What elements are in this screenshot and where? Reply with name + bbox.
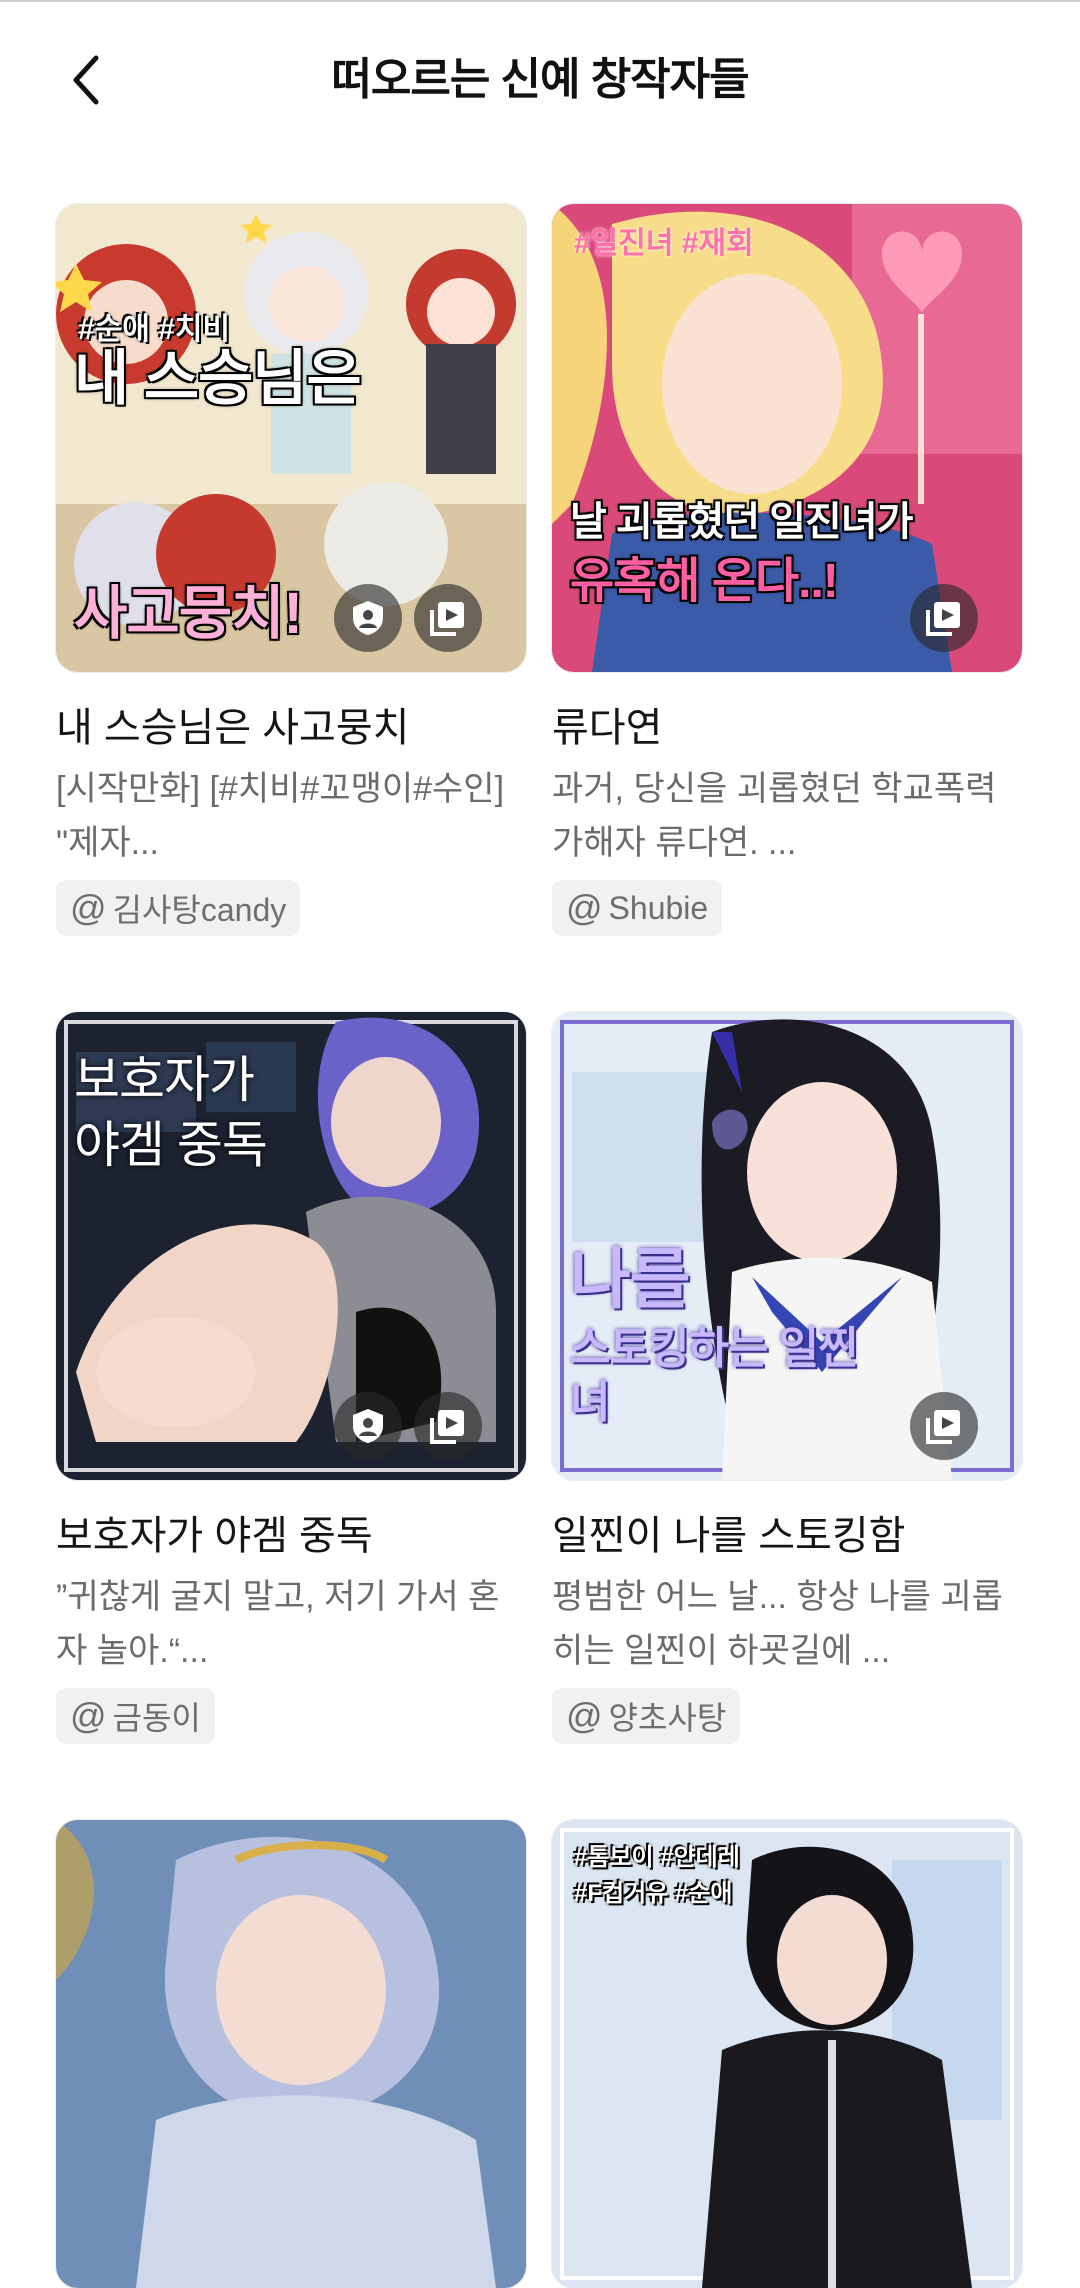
gallery-icon <box>430 1410 464 1444</box>
content-badge <box>334 1392 402 1460</box>
at-icon: @ <box>566 1695 603 1736</box>
card-thumbnail[interactable]: #일진녀 #재회 날 괴롭혔던 일진녀가 유혹해 온다..! <box>552 204 1022 672</box>
app-header: 떠오르는 신예 창작자들 <box>0 0 1080 160</box>
thumbnail-headline: 날 괴롭혔던 일진녀가 <box>570 500 913 544</box>
at-icon: @ <box>566 887 603 928</box>
at-icon: @ <box>70 887 107 928</box>
thumbnail-headline: 스토킹하는 일찐녀 <box>570 1324 859 1427</box>
author-name: 김사탕candy <box>112 892 287 928</box>
card-description: 평범한 어느 날... 항상 나를 괴롭히는 일찐이 하굣길에 ... <box>552 1578 1003 1670</box>
gallery-icon <box>926 1410 960 1444</box>
creator-card[interactable]: #톰보이 #얀데레 #F컵거유 #순애 <box>552 1820 1022 2288</box>
thumbnail-tags: #일진녀 #재회 <box>574 227 754 260</box>
thumbnail-headline: 나를 <box>570 1242 690 1316</box>
shield-person-icon <box>353 601 383 635</box>
author-chip[interactable]: @ 금동이 <box>56 1688 215 1744</box>
card-title: 일찐이 나를 스토킹함 <box>552 1514 906 1558</box>
author-chip[interactable]: @ 김사탕candy <box>56 880 301 936</box>
content-badge <box>910 584 978 652</box>
author-name: Shubie <box>608 889 709 926</box>
author-chip[interactable]: @ 양초사탕 <box>552 1688 741 1744</box>
page-title: 떠오르는 신예 창작자들 <box>331 55 749 104</box>
thumbnail-headline: 보호자가 <box>74 1052 255 1108</box>
at-icon: @ <box>70 1695 107 1736</box>
content-badge <box>414 584 482 652</box>
author-name: 양초사탕 <box>608 1700 727 1736</box>
author-name: 금동이 <box>112 1700 201 1736</box>
creator-card[interactable]: #일진녀 #재회 날 괴롭혔던 일진녀가 유혹해 온다..! 류다연 과거, 당… <box>552 204 1022 936</box>
creator-card[interactable]: 나를 스토킹하는 일찐녀 일찐이 나를 스토킹함 평범한 어느 날... 항상 … <box>552 1012 1022 1744</box>
gallery-icon <box>430 602 464 636</box>
card-thumbnail[interactable]: 보호자가 야겜 중독 <box>56 1012 526 1480</box>
shield-person-icon <box>353 1409 383 1443</box>
card-description: [시작만화] [#치비#꼬맹이#수인] "제자... <box>56 770 505 862</box>
card-thumbnail[interactable]: 나를 스토킹하는 일찐녀 <box>552 1012 1022 1480</box>
card-title: 내 스승님은 사고뭉치 <box>56 706 410 750</box>
card-description: ”귀찮게 굴지 말고, 저기 가서 혼자 놀아.“... <box>56 1578 500 1670</box>
creator-card[interactable] <box>56 1820 526 2288</box>
thumbnail-headline: 내 스승님은 <box>74 345 362 412</box>
card-title: 류다연 <box>552 706 663 750</box>
thumbnail-tags: #톰보이 #얀데레 #F컵거유 #순애 <box>574 1844 740 1907</box>
gallery-icon <box>926 602 960 636</box>
card-thumbnail[interactable]: #톰보이 #얀데레 #F컵거유 #순애 <box>552 1820 1022 2288</box>
creator-card[interactable]: 보호자가 야겜 중독 보호자가 야겜 중독 ”귀찮게 굴지 말고, 저기 가서 … <box>56 1012 526 1744</box>
content-badge <box>910 1392 978 1460</box>
content-badge <box>414 1392 482 1460</box>
author-chip[interactable]: @ Shubie <box>552 880 723 936</box>
creator-card[interactable]: #순애 #치비 내 스승님은 사고뭉치! 내 스승님은 사고뭉치 [시작만화] … <box>56 204 526 936</box>
content-badge <box>334 584 402 652</box>
card-thumbnail[interactable] <box>56 1820 526 2288</box>
card-description: 과거, 당신을 괴롭혔던 학교폭력 가해자 류다연. ... <box>552 770 997 862</box>
thumbnail-headline: 야겜 중독 <box>74 1117 268 1173</box>
card-title: 보호자가 야겜 중독 <box>56 1514 373 1558</box>
thumbnail-tags: #순애 #치비 <box>78 313 231 346</box>
thumbnail-art <box>56 1820 526 2288</box>
card-thumbnail[interactable]: #순애 #치비 내 스승님은 사고뭉치! <box>56 204 526 672</box>
